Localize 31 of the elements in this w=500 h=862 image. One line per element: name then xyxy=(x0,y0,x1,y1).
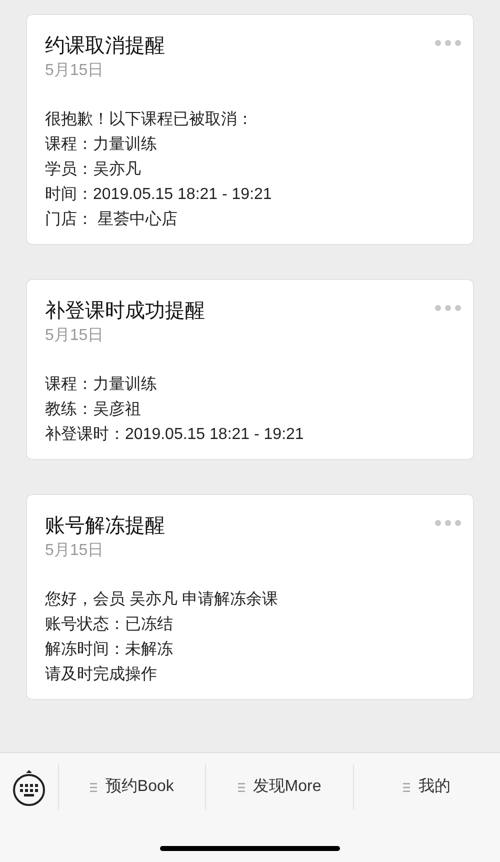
menu-icon xyxy=(238,782,245,792)
message-card[interactable]: 约课取消提醒 5月15日 很抱歉！以下课程已被取消： 课程：力量训练 学员：吴亦凡 时间：2019.05.15 18:21 - 19:21 门店： 星荟中心店 xyxy=(26,14,474,245)
message-line: 解冻时间：未解冻 xyxy=(45,640,174,660)
message-line: 课程：力量训练 xyxy=(45,134,158,155)
message-line: 很抱歉！以下课程已被取消： xyxy=(45,110,254,130)
more-icon[interactable] xyxy=(435,305,461,311)
message-line: 请及时完成操作 xyxy=(45,664,158,685)
message-line: 账号状态：已冻结 xyxy=(45,614,174,635)
menu-icon xyxy=(90,782,98,792)
message-line: 教练：吴彦祖 xyxy=(45,400,142,420)
message-card[interactable]: 补登课时成功提醒 5月15日 课程：力量训练 教练：吴彦祖 补登课时：2019.05.15 18:21 - 19:21 xyxy=(26,279,474,460)
message-date: 5月15日 xyxy=(45,61,104,81)
message-line: 门店： 星荟中心店 xyxy=(45,210,178,230)
menu-item[interactable]: 预约Book xyxy=(90,775,174,799)
menu-icon xyxy=(403,782,410,792)
message-line: 补登课时：2019.05.15 18:21 - 19:21 xyxy=(45,424,305,445)
more-icon[interactable] xyxy=(435,520,461,526)
message-line: 时间：2019.05.15 18:21 - 19:21 xyxy=(45,184,273,205)
message-date: 5月15日 xyxy=(45,326,104,346)
message-line: 学员：吴亦凡 xyxy=(45,160,142,180)
message-date: 5月15日 xyxy=(45,541,104,561)
message-title: 账号解冻提醒 xyxy=(45,514,165,539)
menu-item[interactable]: 我的 xyxy=(403,775,450,799)
message-line: 课程：力量训练 xyxy=(45,374,158,395)
more-icon[interactable] xyxy=(435,40,461,46)
menu-item[interactable]: 发现More xyxy=(238,775,322,799)
message-card[interactable]: 账号解冻提醒 5月15日 您好，会员 吴亦凡 申请解冻余课 账号状态：已冻结 解冻时间：未解冻 请及时完成操作 xyxy=(26,494,474,700)
message-title: 约课取消提醒 xyxy=(45,34,165,59)
keyboard-icon[interactable] xyxy=(12,768,46,806)
message-line: 您好，会员 吴亦凡 申请解冻余课 xyxy=(45,590,279,610)
message-title: 补登课时成功提醒 xyxy=(45,299,205,324)
